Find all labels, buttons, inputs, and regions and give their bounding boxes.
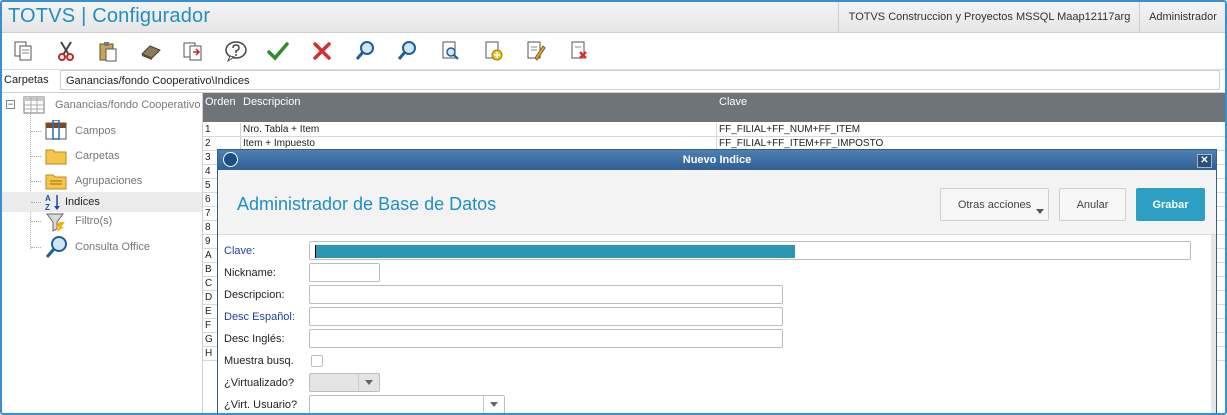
copy-icon[interactable] (9, 37, 37, 65)
copy-structure-icon[interactable] (179, 37, 207, 65)
path-bar: Carpetas Ganancias/fondo Cooperativo\Ind… (2, 70, 1225, 93)
group-folder-icon (45, 172, 67, 193)
tree-item-campos[interactable]: Campos (75, 121, 116, 141)
company-name[interactable]: TOTVS Construccion y Proyectos MSSQL Maa… (838, 2, 1140, 32)
tree-item-carpetas[interactable]: Carpetas (75, 146, 120, 166)
grid-header: Orden Descripcion Clave (203, 93, 1225, 122)
dialog-titlebar: Nuevo Indice ✕ (218, 150, 1216, 170)
confirm-icon[interactable] (264, 37, 292, 65)
eraser-icon[interactable] (137, 37, 165, 65)
help-icon[interactable] (222, 37, 250, 65)
grabar-button[interactable]: Grabar (1136, 188, 1205, 221)
svg-text:A: A (45, 194, 51, 203)
text-cursor (315, 245, 316, 258)
table-icon (23, 96, 45, 117)
virtualizado-select[interactable] (309, 373, 380, 392)
clave-label: Clave: (224, 245, 256, 257)
path-label: Carpetas (4, 74, 49, 86)
muestra-busq-checkbox[interactable] (311, 355, 323, 367)
tree-item-consulta-office[interactable]: Consulta Office (75, 237, 150, 257)
otras-acciones-label: Otras acciones (957, 198, 1032, 211)
toolbar (2, 33, 1225, 70)
descripcion-input[interactable] (309, 285, 783, 304)
desc-espanol-input[interactable] (309, 307, 783, 326)
anular-button[interactable]: Anular (1059, 188, 1126, 221)
user-name[interactable]: Administrador (1139, 2, 1225, 32)
nickname-label: Nickname: (224, 267, 276, 279)
folder-tree: − Ganancias/fondo Cooperativo Campos Car… (2, 93, 203, 413)
indice-form: Clave: Nickname: Descripcion: Desc Españ… (218, 235, 1216, 413)
virtualizado-label: ¿Virtualizado? (224, 377, 295, 389)
tree-item-label: Indices (65, 196, 100, 208)
clave-selection (316, 245, 795, 258)
chevron-down-icon (358, 374, 379, 391)
nuevo-indice-dialog: Nuevo Indice ✕ Administrador de Base de … (217, 149, 1217, 413)
filter-icon (45, 212, 67, 235)
delete-icon[interactable] (565, 37, 593, 65)
muestra-busq-label: Muestra busq. (224, 355, 294, 367)
search-next-icon[interactable] (393, 37, 421, 65)
row-orden: 1 (203, 123, 241, 136)
form-scrollbar[interactable] (1211, 235, 1216, 413)
desc-ingles-label: Desc Inglés: (224, 333, 285, 345)
path-field[interactable]: Ganancias/fondo Cooperativo\Indices (60, 70, 1220, 90)
table-row[interactable]: 1 Nro. Tabla + Item FF_FILIAL+FF_NUM+FF_IT… (203, 123, 1225, 137)
close-icon[interactable]: ✕ (1197, 154, 1212, 168)
dialog-heading: Administrador de Base de Datos (237, 194, 497, 214)
dialog-title: Nuevo Indice (682, 154, 752, 166)
add-icon[interactable] (479, 37, 507, 65)
edit-icon[interactable] (522, 37, 550, 65)
app-header: TOTVS | Configurador TOTVS Construccion … (2, 2, 1225, 33)
folder-icon (45, 147, 67, 168)
row-clave: FF_FILIAL+FF_NUM+FF_ITEM (719, 124, 861, 135)
desc-espanol-label: Desc Español: (224, 311, 295, 323)
cancel-icon[interactable] (308, 37, 336, 65)
chevron-down-icon (483, 396, 504, 413)
tree-item-agrupaciones[interactable]: Agrupaciones (75, 171, 142, 191)
app-title: TOTVS | Configurador (8, 5, 211, 27)
fields-icon (45, 119, 67, 143)
view-icon[interactable] (436, 37, 464, 65)
tree-item-filtros[interactable]: Filtro(s) (75, 211, 112, 231)
col-orden[interactable]: Orden (205, 96, 236, 108)
office-search-icon (45, 235, 69, 262)
desc-ingles-input[interactable] (309, 329, 783, 348)
search-icon[interactable] (351, 37, 379, 65)
svg-text:Z: Z (45, 203, 50, 211)
tree-root[interactable]: Ganancias/fondo Cooperativo (55, 95, 201, 115)
virt-usuario-label: ¿Virt. Usuario? (224, 399, 298, 411)
paste-icon[interactable] (94, 37, 122, 65)
collapse-toggle[interactable]: − (6, 100, 15, 109)
app-logo-icon (223, 152, 238, 167)
app-window: TOTVS | Configurador TOTVS Construccion … (0, 0, 1227, 415)
dialog-header: Administrador de Base de Datos Otras acc… (218, 170, 1216, 235)
col-clave[interactable]: Clave (719, 96, 747, 108)
col-descripcion[interactable]: Descripcion (243, 96, 300, 108)
descripcion-label: Descripcion: (224, 289, 285, 301)
otras-acciones-button[interactable]: Otras acciones (940, 188, 1049, 221)
clave-input[interactable] (309, 241, 1191, 260)
row-descripcion: Nro. Tabla + Item (241, 123, 717, 136)
virt-usuario-select[interactable] (309, 395, 505, 413)
nickname-input[interactable] (309, 263, 380, 282)
cut-icon[interactable] (52, 37, 80, 65)
chevron-down-icon (1036, 209, 1044, 214)
tree-item-indices[interactable]: AZ Indices (2, 192, 202, 212)
